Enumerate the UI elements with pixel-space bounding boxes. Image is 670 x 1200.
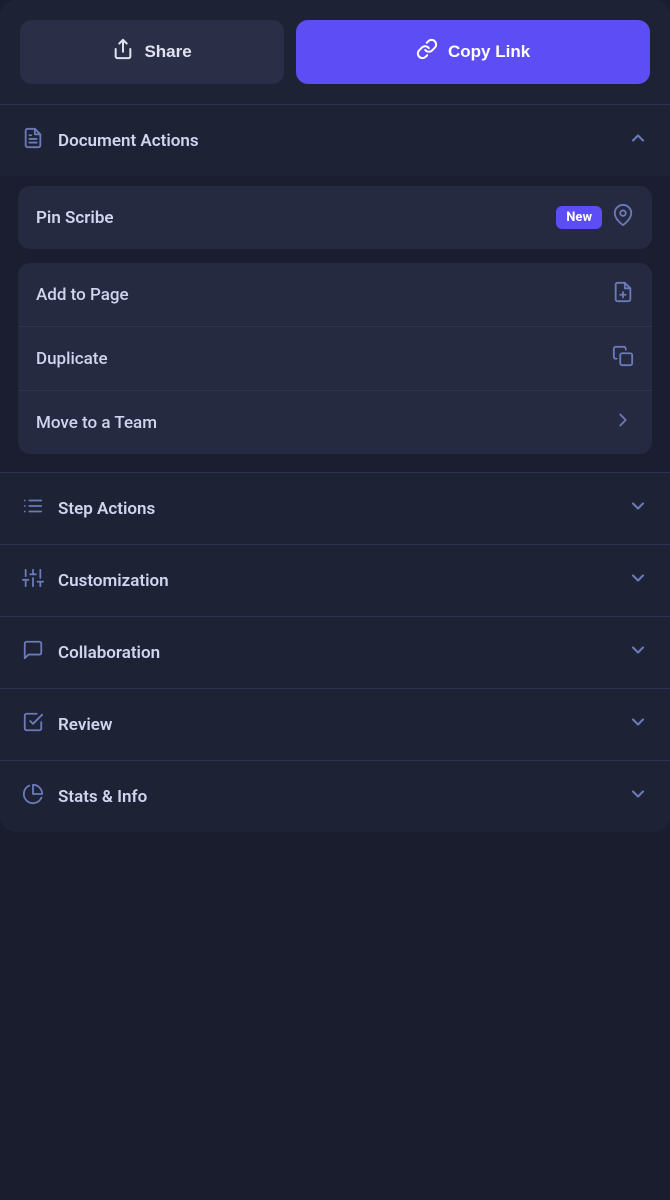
stats-info-header[interactable]: Stats & Info: [0, 761, 670, 832]
review-left: Review: [22, 711, 112, 738]
step-actions-icon: [22, 495, 44, 522]
duplicate-label: Duplicate: [36, 349, 108, 369]
add-page-icon: [612, 281, 634, 308]
share-button[interactable]: Share: [20, 20, 284, 84]
top-bar: Share Copy Link: [0, 0, 670, 104]
customization-header[interactable]: Customization: [0, 545, 670, 616]
step-actions-title: Step Actions: [58, 499, 155, 519]
collaboration-left: Collaboration: [22, 639, 160, 666]
customization-icon: [22, 567, 44, 594]
review-chevron: [628, 712, 648, 737]
copy-link-label: Copy Link: [448, 42, 530, 62]
pin-icon: [612, 204, 634, 231]
chevron-up-icon: [628, 128, 648, 153]
add-to-page-label: Add to Page: [36, 285, 129, 305]
share-label: Share: [144, 42, 191, 62]
pin-scribe-item[interactable]: Pin Scribe New: [18, 186, 652, 249]
duplicate-item[interactable]: Duplicate: [18, 327, 652, 391]
stats-info-left: Stats & Info: [22, 783, 147, 810]
step-actions-left: Step Actions: [22, 495, 155, 522]
document-icon: [22, 127, 44, 154]
review-title: Review: [58, 715, 112, 735]
add-to-page-item[interactable]: Add to Page: [18, 263, 652, 327]
stats-icon: [22, 783, 44, 810]
stats-info-chevron: [628, 784, 648, 809]
collaboration-chevron: [628, 640, 648, 665]
move-to-team-item[interactable]: Move to a Team: [18, 391, 652, 454]
collaboration-icon: [22, 639, 44, 666]
new-badge: New: [556, 206, 602, 229]
collaboration-title: Collaboration: [58, 643, 160, 663]
document-actions-header[interactable]: Document Actions: [0, 105, 670, 176]
document-actions-title: Document Actions: [58, 131, 199, 151]
customization-left: Customization: [22, 567, 169, 594]
action-list: Add to Page Duplicate: [18, 263, 652, 454]
step-actions-header[interactable]: Step Actions: [0, 473, 670, 544]
pin-scribe-right: New: [556, 204, 634, 231]
pin-scribe-label: Pin Scribe: [36, 208, 114, 228]
customization-title: Customization: [58, 571, 169, 591]
share-icon: [112, 38, 134, 66]
stats-info-title: Stats & Info: [58, 787, 147, 807]
move-to-team-label: Move to a Team: [36, 413, 157, 433]
step-actions-chevron: [628, 496, 648, 521]
collaboration-header[interactable]: Collaboration: [0, 617, 670, 688]
move-icon: [612, 409, 634, 436]
review-icon: [22, 711, 44, 738]
duplicate-icon: [612, 345, 634, 372]
document-actions-content: Pin Scribe New Add to Page: [0, 176, 670, 472]
customization-chevron: [628, 568, 648, 593]
link-icon: [416, 38, 438, 66]
copy-link-button[interactable]: Copy Link: [296, 20, 650, 84]
document-actions-left: Document Actions: [22, 127, 199, 154]
review-header[interactable]: Review: [0, 689, 670, 760]
